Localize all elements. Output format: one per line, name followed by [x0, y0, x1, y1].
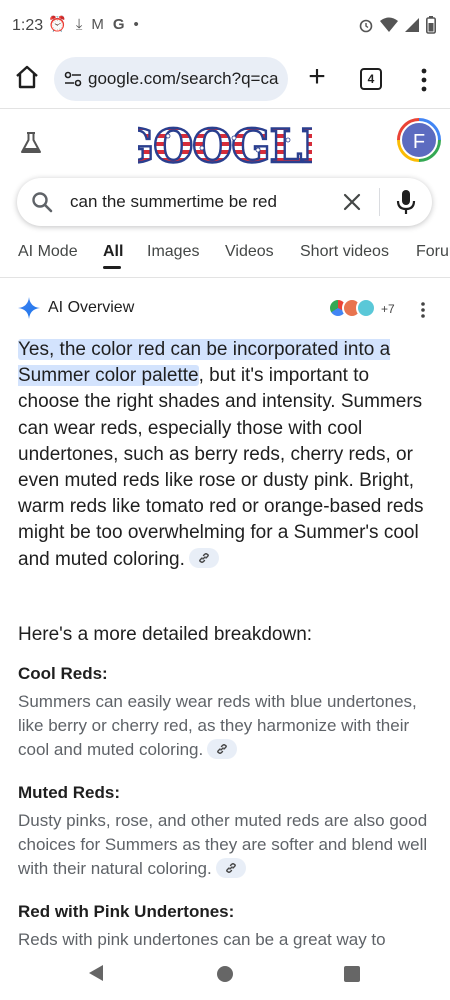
muted-reds-heading: Muted Reds:	[18, 783, 120, 802]
pink-undertones-text: Reds with pink undertones can be a great…	[18, 930, 386, 949]
tab-switcher-button[interactable]: 4	[360, 68, 382, 90]
google-doodle-logo[interactable]: GOOGLE	[138, 118, 312, 170]
alarm-icon: ⏰	[48, 16, 67, 33]
back-icon[interactable]	[87, 964, 105, 982]
site-settings-icon[interactable]	[64, 70, 82, 88]
labs-flask-icon[interactable]	[18, 130, 44, 156]
battery-icon	[426, 16, 436, 34]
system-icons	[358, 16, 436, 34]
search-icon	[32, 192, 53, 213]
citation-link-chip[interactable]	[188, 547, 219, 568]
tab-ai-mode[interactable]: AI Mode	[18, 243, 78, 261]
pink-undertones-heading: Red with Pink Undertones:	[18, 902, 235, 921]
tab-videos[interactable]: Videos	[225, 243, 274, 261]
link-icon	[198, 552, 209, 563]
tab-images[interactable]: Images	[147, 243, 199, 261]
search-box[interactable]: can the summertime be red	[17, 178, 432, 226]
search-tabs: AI Mode All Images Videos Short videos F…	[0, 234, 450, 274]
tab-short-videos[interactable]: Short videos	[300, 243, 389, 261]
url-text: google.com/search?q=ca	[88, 69, 279, 88]
signal-icon	[405, 18, 419, 32]
gmail-icon: M	[91, 16, 104, 33]
cool-reds-heading: Cool Reds:	[18, 664, 108, 683]
source-icon	[356, 298, 376, 318]
wifi-icon	[380, 17, 398, 32]
tabs-divider	[0, 277, 450, 278]
address-bar[interactable]: google.com/search?q=ca	[54, 57, 288, 101]
status-bar: 1:23 ⏰ ⤓ M G •	[0, 0, 450, 52]
active-tab-indicator	[103, 266, 121, 269]
dot-icon: •	[133, 16, 139, 33]
toolbar-divider	[0, 108, 450, 109]
new-tab-button[interactable]: +	[302, 62, 332, 93]
source-avatars[interactable]	[328, 298, 378, 320]
muted-reds-text: Dusty pinks, rose, and other muted reds …	[18, 809, 433, 881]
clear-icon[interactable]	[342, 192, 362, 212]
recents-icon[interactable]	[344, 966, 360, 982]
browser-toolbar: google.com/search?q=ca + 4	[0, 52, 450, 108]
microphone-icon[interactable]	[395, 189, 417, 215]
citation-link-chip[interactable]	[207, 738, 238, 759]
answer-body: , but it's important to choose the right…	[18, 365, 424, 570]
account-avatar[interactable]: F	[400, 121, 438, 159]
more-options-icon[interactable]	[418, 66, 430, 94]
download-done-icon: ⤓	[75, 16, 83, 33]
more-options-icon[interactable]	[420, 301, 426, 319]
sources-more-count[interactable]: +7	[381, 302, 395, 316]
tab-all[interactable]: All	[103, 243, 123, 261]
search-divider	[379, 188, 380, 216]
ai-overview-text: Yes, the color red can be incorporated i…	[18, 337, 433, 573]
breakdown-heading: Here's a more detailed breakdown:	[18, 624, 313, 645]
home-icon[interactable]	[14, 64, 40, 90]
google-icon: G	[112, 16, 125, 33]
search-input[interactable]: can the summertime be red	[70, 192, 277, 212]
citation-link-chip[interactable]	[215, 857, 246, 878]
svg-text:GOOGLE: GOOGLE	[138, 119, 312, 170]
tab-forum[interactable]: Forum	[416, 243, 450, 261]
system-navigation-bar	[0, 950, 450, 1000]
link-icon	[225, 862, 236, 873]
ai-overview-title: AI Overview	[48, 299, 135, 316]
alarm-icon	[359, 19, 373, 33]
cool-reds-text: Summers can easily wear reds with blue u…	[18, 690, 433, 762]
link-icon	[217, 743, 228, 754]
home-circle-icon[interactable]	[217, 966, 233, 982]
notification-icons: ⏰ ⤓ M G •	[48, 16, 139, 34]
ai-sparkle-icon	[18, 297, 40, 319]
status-time: 1:23	[12, 17, 44, 34]
